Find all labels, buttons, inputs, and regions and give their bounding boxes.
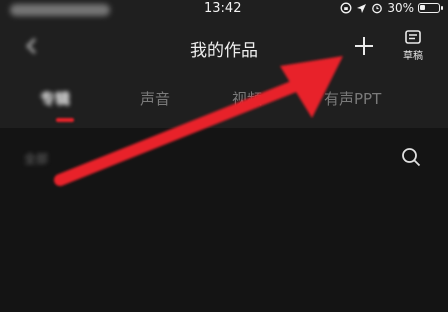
filter-label[interactable]: 全部	[24, 150, 48, 167]
tab-audio[interactable]: 声音	[140, 88, 170, 109]
active-tab-indicator	[56, 118, 74, 122]
battery-percent: 30%	[387, 1, 414, 15]
draft-button[interactable]: 草稿	[396, 30, 430, 64]
location-icon	[357, 3, 367, 13]
tab-bar: 专辑 声音 视频 有声PPT	[0, 80, 448, 122]
draft-label: 草稿	[403, 51, 423, 62]
tab-video[interactable]: 视频	[232, 88, 262, 109]
draft-icon	[405, 30, 421, 44]
tab-audio-ppt[interactable]: 有声PPT	[324, 88, 381, 109]
search-icon[interactable]	[400, 146, 422, 168]
lock-rotation-icon	[340, 2, 352, 14]
carrier-info	[10, 4, 110, 16]
filter-row: 全部	[0, 146, 448, 172]
nav-bar: 我的作品 草稿	[0, 26, 448, 66]
tab-album[interactable]: 专辑	[40, 88, 70, 109]
add-button[interactable]	[352, 34, 376, 58]
status-bar: 13:42 30%	[0, 0, 448, 20]
status-icons: 30%	[340, 1, 443, 15]
battery-icon	[418, 3, 443, 13]
battery-level	[420, 5, 425, 10]
page-title: 我的作品	[190, 41, 258, 61]
status-time: 13:42	[204, 1, 242, 16]
header-area: 13:42 30% 我的作品 草稿 专辑 声音 视频 有声PPT	[0, 0, 448, 128]
alarm-icon	[372, 3, 383, 14]
